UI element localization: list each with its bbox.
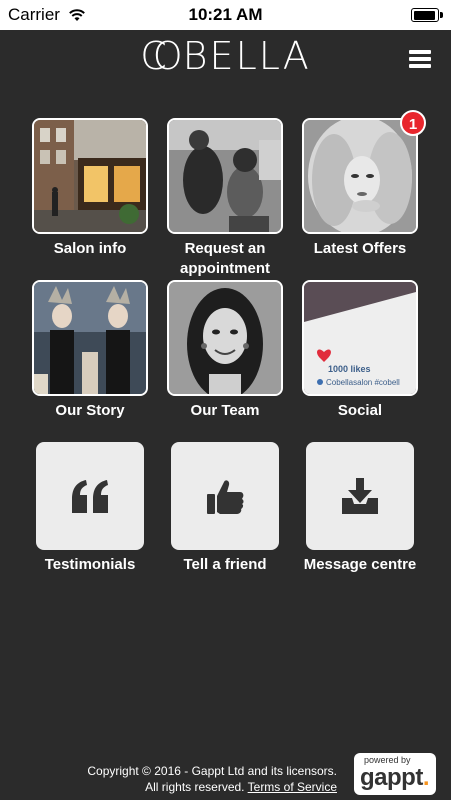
social-likes-text: 1000 likes — [328, 364, 371, 374]
tile-latest-offers[interactable]: 1 Latest Offers — [302, 110, 426, 259]
clock: 10:21 AM — [188, 5, 263, 24]
tile-testimonials[interactable]: Testimonials — [32, 442, 148, 575]
download-inbox-icon — [342, 478, 378, 514]
tile-our-team[interactable]: Our Team — [167, 280, 283, 421]
copyright-text: Copyright © 2016 - Gappt Ltd and its lic… — [87, 763, 337, 795]
latest-offers-image — [302, 118, 418, 234]
tile-label: Our Team — [190, 402, 260, 419]
tile-salon-info[interactable]: Salon info — [32, 118, 148, 259]
thumbs-up-icon — [207, 480, 244, 514]
tile-label: Tell a friend — [183, 556, 267, 573]
tile-label: Salon info — [53, 240, 127, 257]
tile-label: Testimonials — [44, 556, 136, 573]
salon-info-image — [32, 118, 148, 234]
tile-label: Request an appointment — [180, 240, 270, 277]
tile-our-story[interactable]: Our Story — [32, 280, 148, 421]
footer: Copyright © 2016 - Gappt Ltd and its lic… — [0, 753, 451, 797]
tile-label: Latest Offers — [313, 240, 407, 257]
notification-badge: 1 — [400, 110, 426, 136]
powered-by-gappt-badge[interactable]: powered by gappt. — [354, 753, 436, 795]
terms-of-service-link[interactable]: Terms of Service — [248, 780, 337, 794]
testimonials-icon-box — [36, 442, 144, 550]
rights-line: All rights reserved. — [145, 780, 245, 794]
status-bar: Carrier 10:21 AM — [0, 0, 451, 30]
social-caption-text: Cobellasalon #cobell — [326, 378, 400, 387]
our-team-image — [167, 280, 283, 396]
tile-label: Message centre — [303, 556, 417, 573]
brand-logo: CO BELLA — [140, 34, 311, 78]
tile-label: Our Story — [55, 402, 125, 419]
gappt-logo: gappt. — [360, 764, 430, 791]
tile-message-centre[interactable]: Message centre — [302, 442, 418, 575]
tile-tell-a-friend[interactable]: Tell a friend — [167, 442, 283, 575]
social-image: 1000 likes Cobellasalon #cobell — [302, 280, 418, 396]
our-story-image — [32, 280, 148, 396]
request-appointment-image — [167, 118, 283, 234]
tell-a-friend-icon-box — [171, 442, 279, 550]
hamburger-icon[interactable] — [409, 50, 431, 68]
tile-label: Social — [337, 402, 383, 419]
quote-icon — [72, 480, 108, 513]
message-centre-icon-box — [306, 442, 414, 550]
tile-request-appointment[interactable]: Request an appointment — [167, 118, 283, 279]
copyright-line: Copyright © 2016 - Gappt Ltd and its lic… — [87, 764, 337, 778]
tile-social[interactable]: 1000 likes Cobellasalon #cobell Social — [302, 280, 418, 421]
battery-icon — [411, 8, 443, 22]
app-header: CO BELLA — [0, 30, 451, 94]
